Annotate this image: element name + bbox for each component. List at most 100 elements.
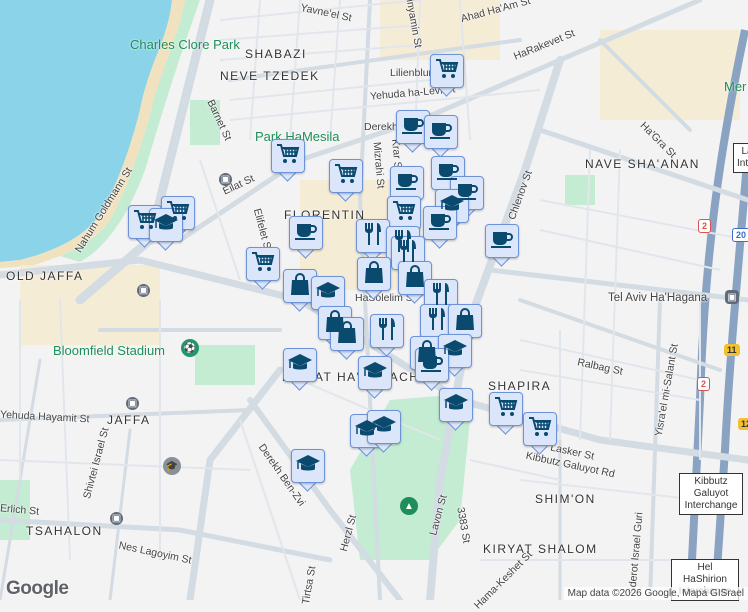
graduation-icon: [295, 453, 321, 480]
bag-icon: [336, 320, 358, 349]
cart-marker[interactable]: [246, 247, 280, 291]
coffee-icon: [428, 210, 452, 237]
cart-marker[interactable]: [329, 159, 363, 203]
graduation-marker[interactable]: [149, 208, 183, 252]
marker-body: [387, 196, 421, 230]
marker-body: [358, 356, 392, 390]
neighborhood-jaffa: JAFFA: [107, 413, 151, 427]
cart-marker[interactable]: [489, 392, 523, 436]
coffee-marker[interactable]: [289, 216, 323, 260]
marker-body: [291, 449, 325, 483]
stadium-icon[interactable]: ⚽: [181, 339, 199, 357]
neighborhood-tsahalon: TSAHALON: [26, 524, 103, 538]
marker-body: [289, 216, 323, 250]
green-area: [195, 345, 255, 385]
tram-stop-icon[interactable]: ▣: [219, 173, 232, 186]
marker-body: [423, 206, 457, 240]
graduation-marker[interactable]: [291, 449, 325, 493]
coffee-icon: [420, 352, 444, 379]
marker-body: [424, 115, 458, 149]
marker-body: [246, 247, 280, 281]
cart-icon: [494, 396, 518, 423]
station-label-hahagana: Tel Aviv Ha'Hagana: [608, 292, 708, 304]
graduation-icon: [287, 352, 313, 379]
route-shield-20: 20: [732, 228, 748, 242]
neighborhood-kiryat-shalom: KIRYAT SHALOM: [483, 542, 598, 556]
cart-marker[interactable]: [523, 412, 557, 456]
fork-knife-marker[interactable]: [370, 314, 404, 358]
route-shield-2: 2: [698, 219, 712, 233]
marker-body: [430, 54, 464, 88]
neighborhood-old-jaffa: OLD JAFFA: [6, 269, 84, 283]
fork-knife-icon: [376, 317, 398, 346]
cart-icon: [392, 200, 416, 227]
graduation-marker[interactable]: [367, 410, 401, 454]
cart-icon: [334, 163, 358, 190]
marker-body: [149, 208, 183, 242]
cart-marker[interactable]: [430, 54, 464, 98]
route-shield-11: 11: [724, 344, 740, 356]
coffee-icon: [401, 114, 425, 141]
tram-stop-icon[interactable]: ▣: [137, 284, 150, 297]
graduation-marker[interactable]: [358, 356, 392, 400]
green-area: [565, 175, 595, 205]
park-label-charles-clore: Charles Clore Park: [130, 37, 240, 52]
fork-knife-icon: [362, 222, 384, 251]
highway: [711, 149, 748, 600]
neighborhood-neve-tzedek: NEVE TZEDEK: [220, 69, 320, 83]
fork-knife-icon: [426, 307, 448, 336]
marker-body: [329, 159, 363, 193]
graduation-icon: [362, 360, 388, 387]
coffee-icon: [429, 119, 453, 146]
bag-marker[interactable]: [357, 257, 391, 301]
bag-icon: [363, 260, 385, 289]
map-attribution[interactable]: Map data ©2026 Google, Mapa GISrael: [563, 587, 748, 600]
google-logo: Google: [6, 578, 69, 599]
area-tint: [600, 30, 740, 120]
bag-icon: [289, 272, 311, 301]
interchange-label: Kibbutz Galuyot Interchange: [679, 473, 743, 515]
neighborhood-shapira: SHAPIRA: [488, 379, 552, 393]
neighborhood-shimon: SHIM'ON: [535, 492, 596, 506]
marker-body: [448, 304, 482, 338]
graduation-marker[interactable]: [439, 388, 473, 432]
bag-marker[interactable]: [330, 317, 364, 361]
marker-body: [356, 219, 390, 253]
interchange-label: La Inter: [733, 143, 748, 173]
tram-stop-icon[interactable]: ▣: [126, 397, 139, 410]
train-station-icon[interactable]: ▣: [725, 290, 739, 304]
cart-icon: [276, 143, 300, 170]
marker-body: [370, 314, 404, 348]
coffee-icon: [294, 220, 318, 247]
street-label: Derekh: [364, 121, 398, 133]
school-icon[interactable]: 🎓: [163, 457, 181, 475]
neighborhood-nave-shaanan: NAVE SHA'ANAN: [585, 157, 700, 171]
cart-icon: [528, 416, 552, 443]
marker-body: [357, 257, 391, 291]
marker-body: [390, 166, 424, 200]
marker-body: [271, 139, 305, 173]
marker-body: [330, 317, 364, 351]
graduation-marker[interactable]: [283, 348, 317, 392]
bag-icon: [454, 307, 476, 336]
coffee-marker[interactable]: [424, 115, 458, 159]
park-tree-icon[interactable]: ▲: [400, 497, 418, 515]
cart-marker[interactable]: [271, 139, 305, 183]
cart-icon: [251, 251, 275, 278]
coffee-marker[interactable]: [423, 206, 457, 250]
neighborhood-shabazi: SHABAZI: [245, 47, 307, 61]
marker-body: [283, 348, 317, 382]
coffee-icon: [395, 170, 419, 197]
graduation-icon: [315, 280, 341, 307]
coffee-marker[interactable]: [415, 348, 449, 392]
bag-icon: [404, 264, 426, 293]
coffee-marker[interactable]: [485, 224, 519, 268]
coffee-icon: [490, 228, 514, 255]
graduation-icon: [153, 212, 179, 239]
route-shield-12: 12: [738, 418, 748, 430]
graduation-icon: [443, 392, 469, 419]
tram-stop-icon[interactable]: ▣: [110, 512, 123, 525]
park-label-mer: Mer: [724, 79, 747, 94]
marker-body: [415, 348, 449, 382]
marker-body: [311, 276, 345, 310]
